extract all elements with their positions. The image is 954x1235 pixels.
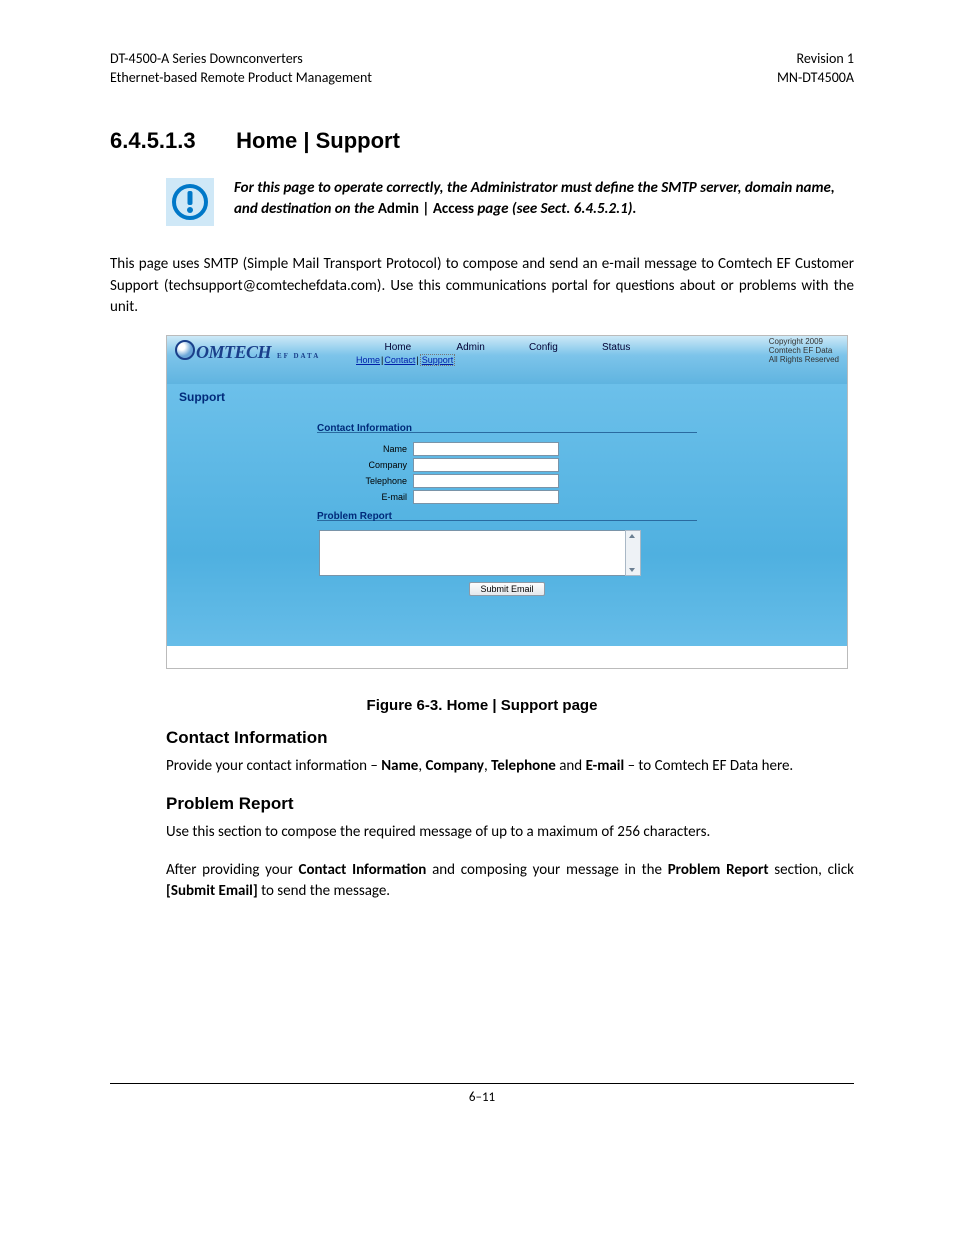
label-telephone: Telephone (317, 476, 413, 486)
input-company[interactable] (413, 458, 559, 472)
section-number: 6.4.5.1.3 (110, 128, 230, 154)
contact-paragraph: Provide your contact information – Name,… (166, 756, 854, 778)
section-heading: 6.4.5.1.3 Home | Support (110, 128, 854, 154)
heading-contact-information: Contact Information (166, 728, 854, 748)
tab-status[interactable]: Status (581, 342, 651, 353)
tab-config[interactable]: Config (508, 342, 578, 353)
subnav-contact[interactable]: Contact (384, 355, 415, 365)
submit-email-button[interactable]: Submit Email (469, 582, 544, 596)
page-footer: 6–11 (110, 1083, 854, 1105)
problem-paragraph-1: Use this section to compose the required… (166, 822, 854, 844)
label-name: Name (317, 444, 413, 454)
header-left-2: Ethernet-based Remote Product Management (110, 69, 372, 88)
input-email[interactable] (413, 490, 559, 504)
header-right-1: Revision 1 (777, 50, 854, 69)
header-left-1: DT-4500-A Series Downconverters (110, 50, 372, 69)
scrollbar[interactable] (625, 530, 641, 576)
copyright-block: Copyright 2009 Comtech EF Data All Right… (769, 338, 839, 364)
figure-screenshot: OMTECH EF DATA Home Admin Config Status … (166, 335, 848, 669)
panel-contact-title: Contact Information (317, 423, 697, 434)
header-right-2: MN-DT4500A (777, 69, 854, 88)
label-email: E-mail (317, 492, 413, 502)
input-name[interactable] (413, 442, 559, 456)
important-icon (166, 178, 214, 226)
notice-text: For this page to operate correctly, the … (234, 178, 854, 220)
screenshot-page-heading: Support (179, 390, 837, 404)
logo: OMTECH EF DATA (175, 340, 320, 363)
intro-paragraph: This page uses SMTP (Simple Mail Transpo… (110, 254, 854, 319)
subnav-support[interactable]: Support (420, 354, 456, 366)
page-header: DT-4500-A Series Downconverters Ethernet… (110, 50, 854, 88)
textarea-problem-report[interactable] (319, 530, 633, 576)
input-telephone[interactable] (413, 474, 559, 488)
section-title: Home | Support (236, 128, 400, 153)
figure-caption: Figure 6-3. Home | Support page (110, 697, 854, 714)
tab-admin[interactable]: Admin (436, 342, 506, 353)
tab-home[interactable]: Home (363, 342, 433, 353)
globe-icon (175, 340, 195, 360)
label-company: Company (317, 460, 413, 470)
subnav-home[interactable]: Home (356, 355, 380, 365)
problem-paragraph-2: After providing your Contact Information… (166, 860, 854, 904)
panel-problem-title: Problem Report (317, 511, 697, 522)
heading-problem-report: Problem Report (166, 794, 854, 814)
